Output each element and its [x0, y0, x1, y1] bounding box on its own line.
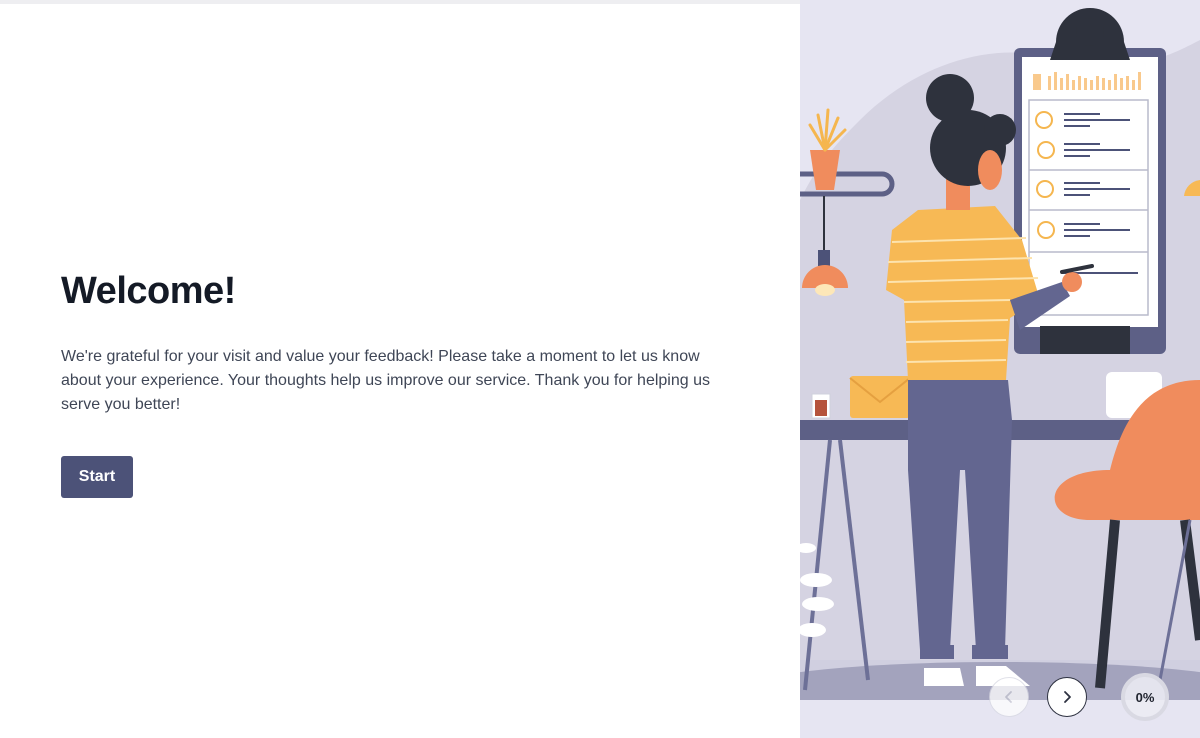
illustration-panel: [800, 0, 1200, 738]
progress-indicator: 0%: [1121, 673, 1169, 721]
chevron-left-icon: [1005, 691, 1012, 703]
start-button[interactable]: Start: [61, 456, 133, 498]
welcome-section: Welcome! We're grateful for your visit a…: [61, 268, 741, 498]
illustration-woman-at-whiteboard: [800, 8, 1200, 738]
welcome-message: We're grateful for your visit and value …: [61, 348, 710, 413]
welcome-title: Welcome!: [61, 270, 236, 312]
progress-percentage: 0%: [1135, 689, 1155, 705]
chevron-right-icon: [1064, 691, 1071, 703]
previous-button[interactable]: [989, 677, 1029, 717]
next-button[interactable]: [1047, 677, 1087, 717]
